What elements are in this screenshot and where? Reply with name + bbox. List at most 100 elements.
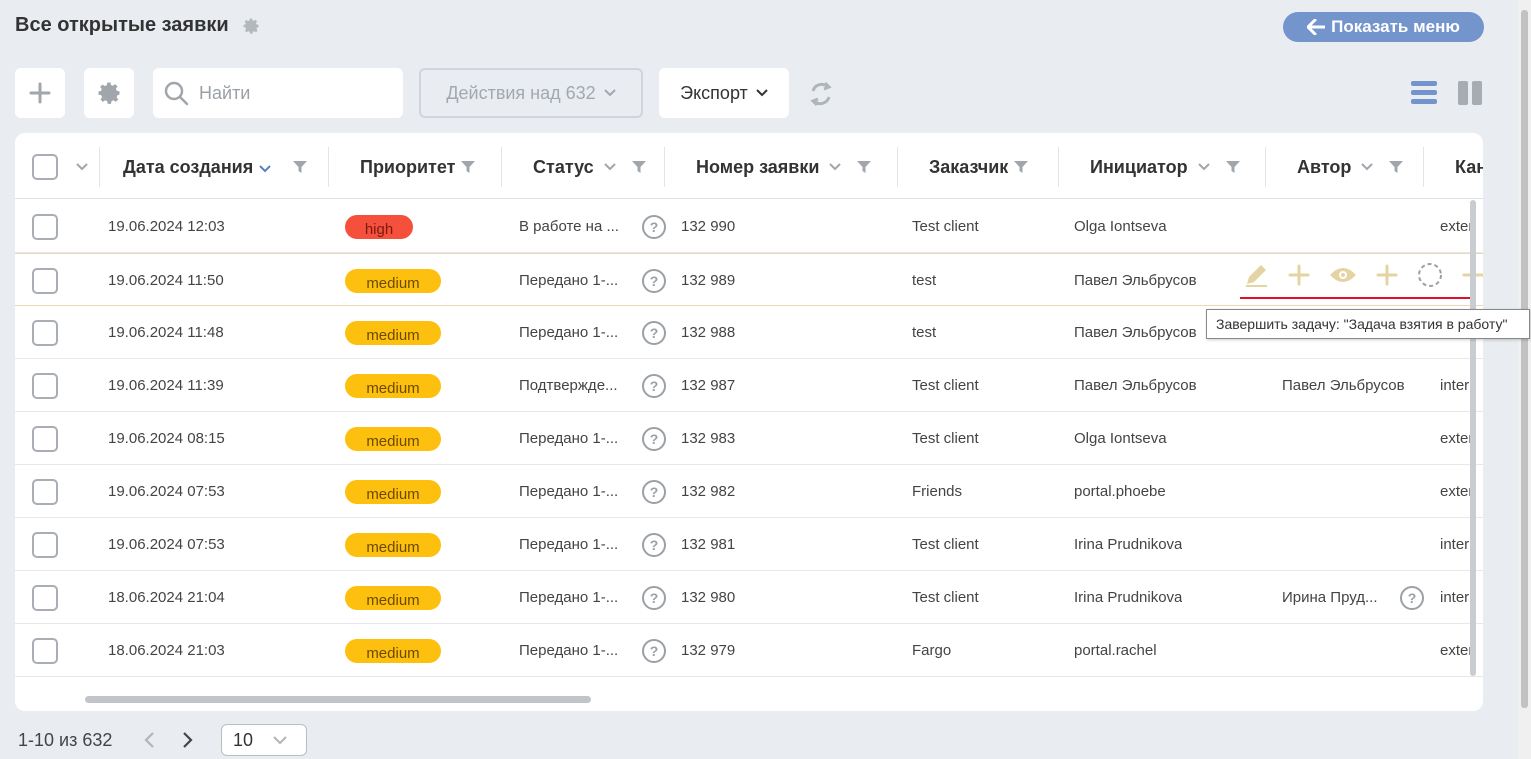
row-select-cell	[32, 200, 58, 253]
chevron-down-icon[interactable]	[829, 163, 842, 171]
cell-channel: exter	[1440, 430, 1474, 447]
cell-number[interactable]: 132 987	[681, 359, 735, 412]
chevron-down-icon[interactable]	[1197, 163, 1210, 171]
row-checkbox[interactable]	[32, 425, 58, 452]
table-row[interactable]: 19.06.2024 12:03 high В работе на ...? 132 …	[15, 200, 1483, 253]
column-header-initiator[interactable]: Инициатор	[1060, 147, 1266, 187]
cell-client: test	[912, 272, 937, 289]
refresh-icon[interactable]	[806, 79, 836, 109]
filter-icon[interactable]	[1014, 160, 1029, 174]
cell-number[interactable]: 132 982	[681, 465, 735, 518]
filter-icon[interactable]	[857, 160, 872, 174]
column-header-status[interactable]: Статус	[503, 147, 665, 187]
question-icon[interactable]: ?	[641, 479, 667, 505]
page-scrollbar[interactable]	[1518, 0, 1531, 759]
cell-client: Test client	[912, 589, 979, 606]
columns-view-icon[interactable]	[1457, 80, 1483, 106]
settings-button[interactable]	[84, 68, 134, 118]
cell-number[interactable]: 132 990	[681, 200, 735, 253]
gear-icon[interactable]	[241, 16, 261, 36]
per-page-select[interactable]: 10	[221, 724, 307, 756]
per-page-value: 10	[233, 729, 254, 750]
filter-icon[interactable]	[293, 160, 308, 174]
table-row[interactable]: 19.06.2024 07:53 medium Передано 1-...? 132…	[15, 518, 1483, 571]
cell-number[interactable]: 132 980	[681, 571, 735, 624]
chevron-right-icon[interactable]	[180, 731, 194, 749]
question-icon[interactable]: ?	[641, 373, 667, 399]
list-view-icon[interactable]	[1410, 80, 1438, 106]
table-row[interactable]: 19.06.2024 07:53 medium Передано 1-...? 132…	[15, 465, 1483, 518]
cell-initiator: portal.rachel	[1074, 642, 1157, 659]
search-box	[153, 68, 403, 118]
question-icon[interactable]: ?	[641, 532, 667, 558]
question-icon[interactable]: ?	[641, 638, 667, 664]
row-select-cell	[32, 624, 58, 677]
question-icon[interactable]: ?	[641, 268, 667, 294]
sort-desc-icon[interactable]	[259, 165, 271, 173]
filter-icon[interactable]	[631, 160, 646, 174]
cell-number[interactable]: 132 981	[681, 518, 735, 571]
table-row[interactable]: 19.06.2024 11:39 medium Подтвержде...? 132 …	[15, 359, 1483, 412]
export-dropdown[interactable]: Экспорт	[659, 68, 789, 118]
table-row[interactable]: 19.06.2024 11:50 medium Передано 1-...? 132…	[15, 253, 1483, 306]
plus-icon	[29, 82, 51, 104]
column-header-client[interactable]: Заказчик	[899, 147, 1059, 187]
table-vertical-scrollbar[interactable]	[1470, 200, 1476, 676]
cell-status: В работе на ...	[519, 218, 619, 235]
question-icon[interactable]: ?	[641, 585, 667, 611]
column-header-channel[interactable]: Кан	[1425, 147, 1483, 187]
cell-client: Test client	[912, 536, 979, 553]
eye-icon[interactable]	[1329, 265, 1357, 285]
priority-badge: medium	[345, 479, 441, 504]
cell-number[interactable]: 132 988	[681, 306, 735, 359]
row-checkbox[interactable]	[32, 267, 58, 294]
page-scrollbar-thumb[interactable]	[1521, 10, 1528, 708]
column-label: Номер заявки	[696, 156, 820, 177]
show-menu-button[interactable]: Показать меню	[1283, 12, 1484, 42]
add-button[interactable]	[15, 68, 65, 118]
column-header-date[interactable]: Дата создания	[101, 147, 329, 187]
tooltip-text: Завершить задачу: "Задача взятия в работ…	[1216, 316, 1508, 332]
bulk-actions-dropdown[interactable]: Действия над 632	[419, 68, 643, 118]
column-header-author[interactable]: Автор	[1267, 147, 1424, 187]
question-icon[interactable]: ?	[641, 426, 667, 452]
cell-priority: medium	[345, 359, 441, 412]
table-row[interactable]: 18.06.2024 21:04 medium Передано 1-...? 132…	[15, 571, 1483, 624]
row-checkbox[interactable]	[32, 478, 58, 505]
cell-number[interactable]: 132 983	[681, 412, 735, 465]
chevron-down-icon[interactable]	[603, 163, 616, 171]
row-checkbox[interactable]	[32, 372, 58, 399]
chevron-down-icon[interactable]	[76, 163, 88, 171]
cell-number[interactable]: 132 979	[681, 624, 735, 677]
select-all-checkbox[interactable]	[32, 154, 58, 180]
cell-initiator: Irina Prudnikova	[1074, 536, 1183, 553]
column-header-number[interactable]: Номер заявки	[666, 147, 898, 187]
column-header-priority[interactable]: Приоритет	[330, 147, 502, 187]
filter-icon[interactable]	[1225, 160, 1240, 174]
cell-number[interactable]: 132 989	[681, 254, 735, 307]
edit-pencil-icon[interactable]	[1243, 262, 1269, 288]
question-icon[interactable]: ?	[1399, 585, 1425, 611]
chevron-left-icon[interactable]	[143, 731, 157, 749]
filter-icon[interactable]	[461, 160, 476, 174]
table-row[interactable]: 19.06.2024 08:15 medium Передано 1-...? 132…	[15, 412, 1483, 465]
row-checkbox[interactable]	[32, 319, 58, 346]
plus-icon[interactable]	[1288, 264, 1310, 286]
status-help-cell: ?	[641, 571, 667, 624]
question-icon[interactable]: ?	[641, 214, 667, 240]
question-icon[interactable]: ?	[641, 320, 667, 346]
table-row[interactable]: 18.06.2024 21:03 medium Передано 1-...? 132…	[15, 624, 1483, 677]
cell-status: Подтвержде...	[519, 377, 618, 394]
chevron-down-icon[interactable]	[1361, 163, 1374, 171]
plus-icon[interactable]	[1376, 264, 1398, 286]
table-horizontal-scrollbar[interactable]	[85, 696, 591, 703]
row-checkbox[interactable]	[32, 531, 58, 558]
row-checkbox[interactable]	[32, 584, 58, 611]
cell-author: Павел Эльбрусов	[1282, 377, 1405, 394]
row-checkbox[interactable]	[32, 213, 58, 240]
row-checkbox[interactable]	[32, 637, 58, 664]
complete-task-icon[interactable]	[1417, 262, 1443, 288]
cell-client: Test client	[912, 430, 979, 447]
filter-icon[interactable]	[1389, 160, 1404, 174]
search-input[interactable]	[199, 82, 389, 104]
